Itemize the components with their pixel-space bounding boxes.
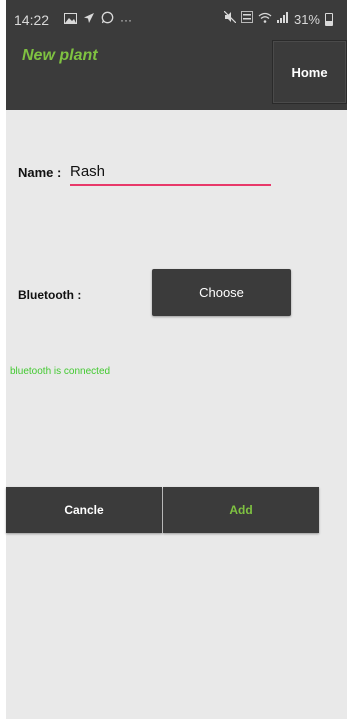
status-left-icons: ··· — [64, 11, 132, 28]
status-time: 14:22 — [14, 12, 50, 28]
app-bar: 14:22 ··· 31% New plant Home — [6, 0, 347, 110]
cancel-button[interactable]: Cancle — [6, 487, 162, 533]
choose-bluetooth-button[interactable]: Choose — [152, 269, 291, 316]
bluetooth-label: Bluetooth : — [18, 288, 82, 302]
status-right-icons: 31% — [223, 10, 333, 27]
name-input-underline — [70, 184, 271, 186]
send-icon — [83, 12, 95, 28]
whatsapp-icon — [101, 11, 114, 28]
app-screen: 14:22 ··· 31% New plant Home Name: Rash… — [6, 0, 347, 719]
add-button[interactable]: Add — [163, 487, 319, 533]
name-label: Name : — [18, 165, 62, 180]
bluetooth-status-text: bluetooth is connected — [10, 366, 111, 377]
battery-icon — [325, 12, 333, 26]
status-bar: 14:22 ··· 31% — [6, 0, 347, 44]
wifi-icon — [258, 11, 272, 27]
battery-percent: 31% — [293, 11, 320, 27]
volte-icon — [241, 11, 253, 27]
more-dots-icon: ··· — [120, 12, 132, 27]
home-button[interactable]: Home — [272, 40, 347, 104]
gallery-icon — [64, 12, 77, 28]
name-input[interactable] — [70, 158, 271, 184]
toolbar-title: New plant — [22, 47, 98, 64]
signal-icon — [276, 11, 289, 27]
name-field-wrapper — [70, 158, 271, 186]
mute-icon — [223, 10, 237, 27]
